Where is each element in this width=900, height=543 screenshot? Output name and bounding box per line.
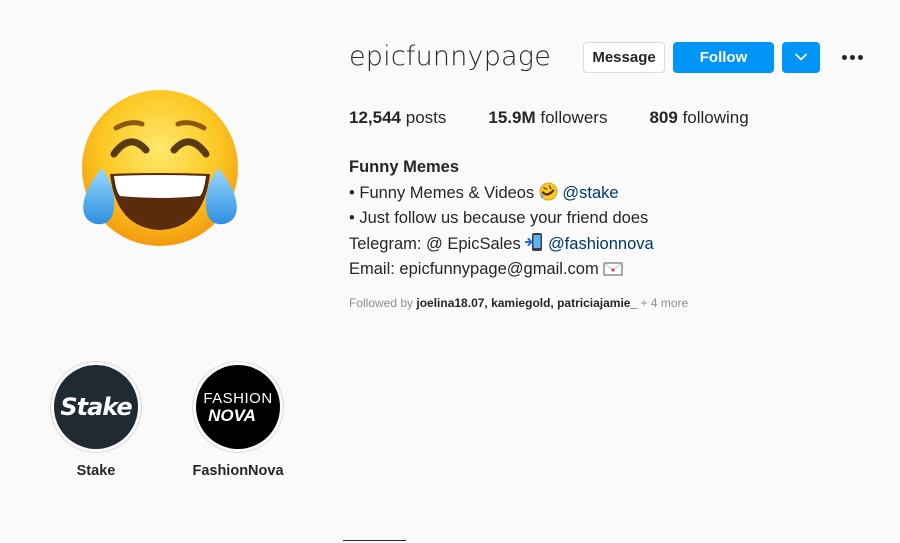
fashionnova-logo-top: FASHION [203,389,273,407]
highlight-label: FashionNova [192,463,284,479]
highlight-label: Stake [76,463,116,479]
mobile-phone-arrow-icon [525,232,543,251]
profile-avatar[interactable] [80,88,240,248]
bio-line-3-text: Telegram: @ EpicSales [349,234,521,253]
mention-fashionnova-link[interactable]: @fashionnova [548,235,654,253]
profile-username: epicfunnypage [349,41,552,72]
fashionnova-logo: FASHION NOVA [196,365,280,449]
bio-line-4-text: Email: epicfunnypage@gmail.com [349,260,599,278]
following-label: following [682,108,749,127]
envelope-icon [603,262,623,276]
mention-stake-link[interactable]: @stake [562,184,618,202]
profile-stats: 12,544 posts 15.9M followers 809 followi… [349,108,791,128]
stake-logo-text: Stake [60,393,132,421]
posts-count: 12,544 [349,108,401,127]
stake-logo: Stake [54,365,138,449]
dot [849,54,855,60]
message-button[interactable]: Message [583,41,666,73]
following-stat[interactable]: 809 following [649,108,748,128]
posts-label: posts [405,108,447,127]
chevron-down-icon [795,53,807,61]
fashionnova-logo-bottom: NOVA [208,405,256,425]
profile-bio: Funny Memes • Funny Memes & Videos @stak… [349,155,849,283]
highlight-stake[interactable]: Stake Stake [50,361,142,479]
followers-stat[interactable]: 15.9M followers [488,108,607,128]
highlight-ring: Stake [50,361,142,453]
bio-line-4: Email: epicfunnypage@gmail.com [349,257,849,283]
rolling-on-floor-laughing-icon [539,182,558,200]
highlight-ring: FASHION NOVA [192,361,284,453]
bio-line-3: Telegram: @ EpicSales @fashionnova [349,232,849,258]
followed-by-users: joelina18.07, kamiegold, patriciajamie_ [416,296,638,310]
bio-line-2: • Just follow us because your friend doe… [349,209,649,227]
bio-line-1: • Funny Memes & Videos @stake [349,181,849,207]
more-options-icon[interactable] [838,42,866,73]
suggested-accounts-button[interactable] [782,41,821,73]
followed-by-prefix: Followed by [349,296,414,310]
followed-by-more: + 4 more [640,296,689,310]
posts-stat: 12,544 posts [349,108,446,128]
active-tab-indicator [343,540,406,541]
profile-header: epicfunnypage Message Follow [349,40,866,74]
dot [841,54,847,60]
bio-name: Funny Memes [349,158,460,176]
follow-button[interactable]: Follow [673,41,775,73]
dot [857,54,863,60]
followed-by[interactable]: Followed by joelina18.07, kamiegold, pat… [349,296,688,310]
highlight-fashionnova[interactable]: FASHION NOVA FashionNova [192,361,284,479]
bio-line-1-text: • Funny Memes & Videos [349,183,535,202]
followers-count: 15.9M [488,108,536,127]
face-with-tears-of-joy-emoji [82,90,238,246]
following-count: 809 [649,108,678,127]
followers-label: followers [540,108,608,127]
